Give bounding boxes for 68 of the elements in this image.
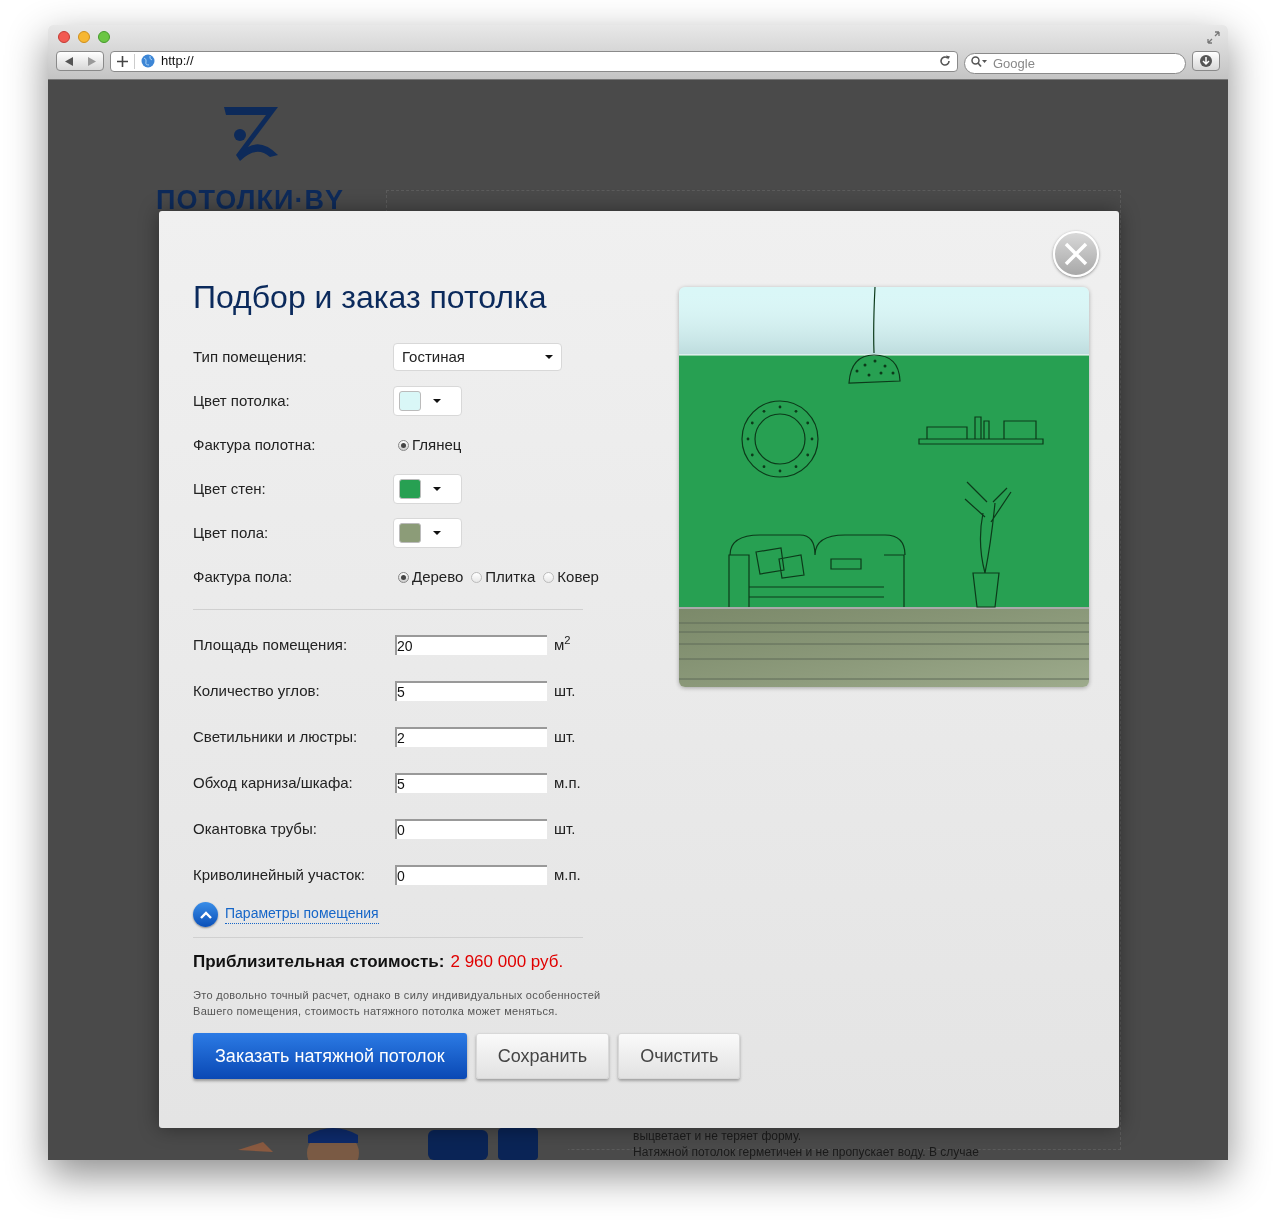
radio-label[interactable]: Дерево: [412, 565, 464, 589]
unit-label: шт.: [554, 726, 576, 747]
url-text: http://: [161, 52, 194, 71]
number-input[interactable]: 20: [395, 635, 547, 655]
radio-button[interactable]: [398, 439, 409, 451]
close-window-icon[interactable]: [58, 31, 70, 43]
color-picker[interactable]: [393, 474, 462, 504]
radio-label[interactable]: Плитка: [485, 565, 536, 589]
field-label: Фактура пола:: [193, 566, 294, 587]
number-input[interactable]: 5: [395, 681, 547, 701]
cost-note: Это довольно точный расчет, однако в силу индивидуальных особенностей Вашего помещения, стоимость натяжного потолка может меняться.: [193, 988, 602, 1019]
number-input[interactable]: 5: [395, 773, 547, 793]
chevron-up-icon[interactable]: [193, 902, 218, 927]
field-label: Площадь помещения:: [193, 634, 349, 655]
field-label: Цвет стен:: [193, 478, 267, 499]
field-label: Тип помещения:: [193, 346, 308, 367]
field-label: Светильники и люстры:: [193, 726, 359, 747]
logo-text: ПОТОЛКИ·BY: [156, 187, 344, 214]
field-label: Фактура полотна:: [193, 434, 317, 455]
minimize-window-icon[interactable]: [78, 31, 90, 43]
caret-icon: [433, 487, 441, 491]
radio-button[interactable]: [398, 571, 409, 583]
secondary-button[interactable]: Очистить: [618, 1033, 741, 1079]
number-input[interactable]: 0: [395, 819, 547, 839]
unit-label: шт.: [554, 818, 576, 839]
caret-icon: [545, 355, 553, 359]
caret-icon: [433, 399, 441, 403]
field-label: Окантовка трубы:: [193, 818, 318, 839]
room-type-select[interactable]: Гостиная: [393, 343, 562, 371]
color-picker[interactable]: [393, 518, 462, 548]
order-button[interactable]: Заказать натяжной потолок: [193, 1033, 467, 1079]
forward-icon: [87, 56, 96, 66]
color-picker[interactable]: [393, 386, 462, 416]
field-label: Обход карниза/шкафа:: [193, 772, 354, 793]
search-icon: [971, 55, 987, 67]
address-bar[interactable]: http://: [110, 50, 958, 72]
radio-button[interactable]: [471, 571, 483, 583]
field-label: Цвет пола:: [193, 522, 270, 543]
field-label: Криволинейный участок:: [193, 864, 366, 885]
close-icon: [1064, 242, 1088, 266]
search-field[interactable]: Google: [964, 52, 1186, 74]
globe-icon: [141, 54, 155, 68]
number-input[interactable]: 0: [395, 865, 547, 885]
download-icon: [1200, 55, 1212, 67]
unit-label: м.п.: [554, 772, 581, 793]
back-forward-buttons[interactable]: [56, 51, 104, 71]
unit-label: м.п.: [554, 864, 581, 885]
cost-value: 2 960 000 руб.: [450, 953, 564, 970]
radio-button[interactable]: [543, 571, 555, 583]
dialog-title: Подбор и заказ потолка: [193, 281, 548, 313]
reload-icon[interactable]: [939, 55, 951, 67]
downloads-button[interactable]: [1192, 51, 1220, 71]
secondary-button[interactable]: Сохранить: [475, 1033, 610, 1079]
zoom-window-icon[interactable]: [98, 31, 110, 43]
room-parameters-link[interactable]: Параметры помещения: [225, 905, 379, 924]
field-label: Цвет потолка:: [193, 390, 291, 411]
number-input[interactable]: 2: [395, 727, 547, 747]
field-label: Количество углов:: [193, 680, 321, 701]
plus-icon: [117, 55, 128, 67]
radio-label[interactable]: Глянец: [412, 433, 462, 457]
radio-label[interactable]: Ковер: [557, 565, 599, 589]
unit-label: шт.: [554, 680, 576, 701]
back-icon: [64, 56, 73, 66]
fullscreen-icon[interactable]: [1207, 30, 1220, 44]
cost-label: Приблизительная стоимость:: [193, 953, 445, 970]
caret-icon: [433, 531, 441, 535]
close-button[interactable]: [1053, 231, 1099, 277]
unit-label: м$^{2}$: [554, 633, 571, 655]
